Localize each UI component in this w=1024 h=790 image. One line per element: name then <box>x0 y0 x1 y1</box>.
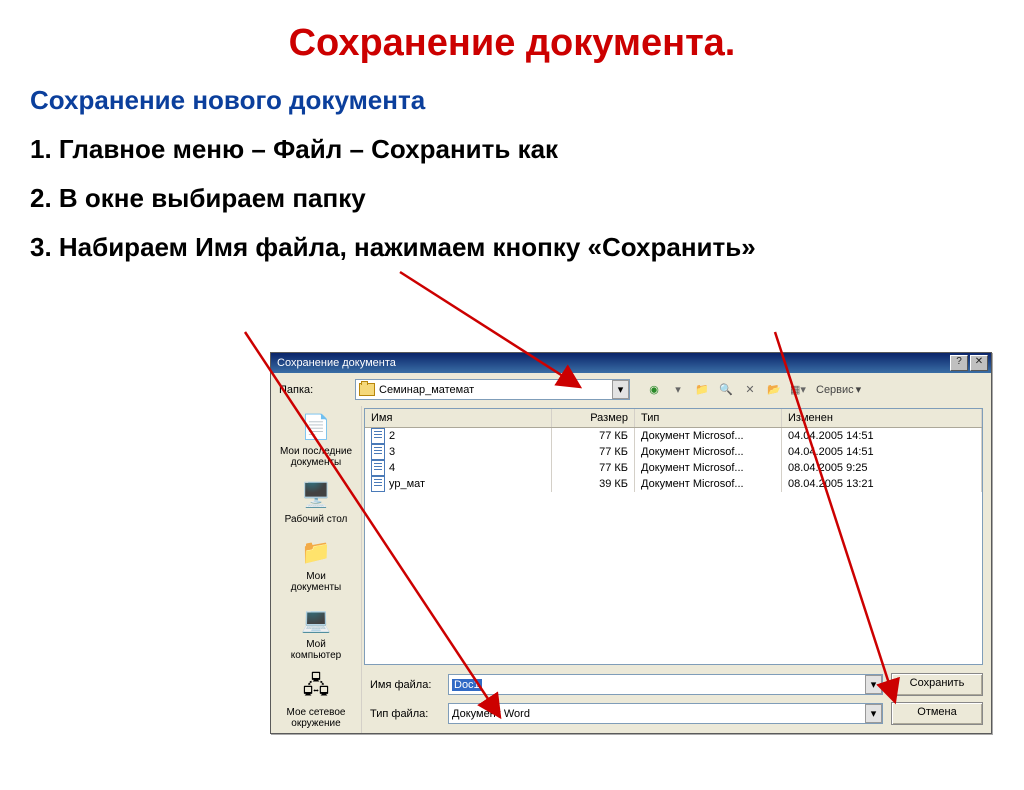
folder-dropdown[interactable]: Семинар_математ ▾ <box>355 379 630 400</box>
tools-menu[interactable]: Сервис▾ <box>816 383 861 396</box>
folder-label: Папка: <box>279 384 349 396</box>
documents-icon: 📁 <box>299 535 333 569</box>
cancel-button[interactable]: Отмена <box>891 702 983 725</box>
file-list-header[interactable]: Имя Размер Тип Изменен <box>365 409 982 428</box>
folder-toolbar: Папка: Семинар_математ ▾ ◉ ▾ 📁 🔍 ✕ 📂 ▦▾ … <box>271 373 991 406</box>
file-row[interactable]: 377 КБДокумент Microsof...04.04.2005 14:… <box>365 444 982 460</box>
step-3: 3. Набираем Имя файла, нажимаем кнопку «… <box>30 232 1024 263</box>
save-dialog: Сохранение документа ? ✕ Папка: Семинар_… <box>270 352 992 734</box>
filetype-label: Тип файла: <box>370 708 440 720</box>
document-icon <box>371 444 385 460</box>
chevron-down-small-icon[interactable]: ▾ <box>668 380 688 400</box>
network-icon: 🖧 <box>299 671 333 705</box>
help-button[interactable]: ? <box>950 355 968 371</box>
dialog-titlebar: Сохранение документа ? ✕ <box>271 353 991 373</box>
search-icon[interactable]: 🔍 <box>716 380 736 400</box>
back-icon[interactable]: ◉ <box>644 380 664 400</box>
delete-icon[interactable]: ✕ <box>740 380 760 400</box>
folder-value: Семинар_математ <box>379 384 474 396</box>
chevron-down-icon[interactable]: ▾ <box>612 380 629 399</box>
file-list-panel: Имя Размер Тип Изменен 277 КБДокумент Mi… <box>364 408 983 665</box>
place-network[interactable]: 🖧 Мое сетевое окружение <box>276 671 356 729</box>
col-type[interactable]: Тип <box>635 409 782 427</box>
filetype-value: Документ Word <box>452 708 530 720</box>
file-row[interactable]: ур_мат39 КБДокумент Microsof...08.04.200… <box>365 476 982 492</box>
up-icon[interactable]: 📁 <box>692 380 712 400</box>
filename-value: Doc1 <box>452 679 482 691</box>
recent-icon: 📄 <box>299 410 333 444</box>
col-size[interactable]: Размер <box>552 409 635 427</box>
file-row[interactable]: 277 КБДокумент Microsof...04.04.2005 14:… <box>365 428 982 444</box>
step-2: 2. В окне выбираем папку <box>30 183 1024 214</box>
new-folder-icon[interactable]: 📂 <box>764 380 784 400</box>
col-modified[interactable]: Изменен <box>782 409 982 427</box>
filename-input[interactable]: Doc1 ▾ <box>448 674 883 695</box>
chevron-down-icon[interactable]: ▾ <box>865 704 882 723</box>
page-subtitle: Сохранение нового документа <box>30 85 1024 116</box>
file-row[interactable]: 477 КБДокумент Microsof...08.04.2005 9:2… <box>365 460 982 476</box>
save-button[interactable]: Сохранить <box>891 673 983 696</box>
views-icon[interactable]: ▦▾ <box>788 380 808 400</box>
desktop-icon: 🖥️ <box>299 478 333 512</box>
computer-icon: 💻 <box>299 603 333 637</box>
close-button[interactable]: ✕ <box>970 355 988 371</box>
place-computer[interactable]: 💻 Мой компьютер <box>276 603 356 661</box>
document-icon <box>371 428 385 444</box>
col-name[interactable]: Имя <box>365 409 552 427</box>
document-icon <box>371 460 385 476</box>
folder-icon <box>359 383 375 396</box>
place-documents[interactable]: 📁 Мои документы <box>276 535 356 593</box>
place-recent[interactable]: 📄 Мои последние документы <box>276 410 356 468</box>
step-1: 1. Главное меню – Файл – Сохранить как <box>30 134 1024 165</box>
dialog-title: Сохранение документа <box>277 353 396 373</box>
page-title: Сохранение документа. <box>0 22 1024 65</box>
document-icon <box>371 476 385 492</box>
chevron-down-icon[interactable]: ▾ <box>865 675 882 694</box>
filetype-input[interactable]: Документ Word ▾ <box>448 703 883 724</box>
filename-label: Имя файла: <box>370 679 440 691</box>
place-desktop[interactable]: 🖥️ Рабочий стол <box>276 478 356 525</box>
places-bar: 📄 Мои последние документы 🖥️ Рабочий сто… <box>271 406 362 733</box>
